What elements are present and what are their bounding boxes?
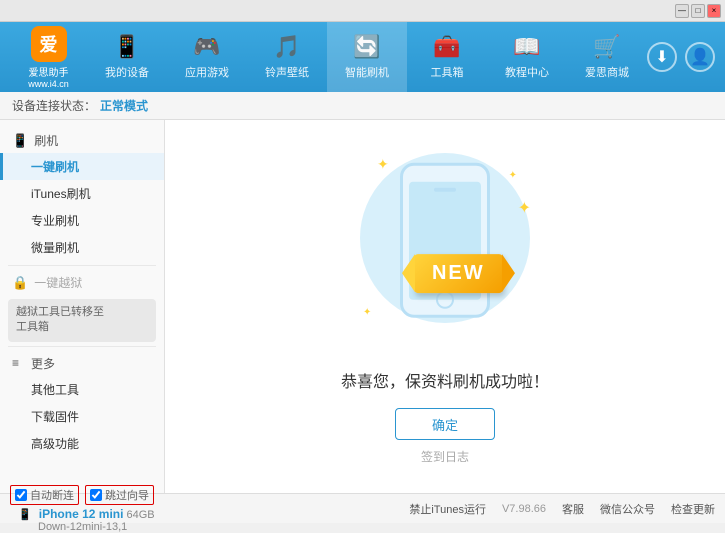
jailbreak-notice-text: 越狱工具已转移至工具箱 (16, 306, 104, 333)
customer-service-link[interactable]: 客服 (562, 501, 584, 517)
bottom-right: 禁止iTunes运行 V7.98.66 客服 微信公众号 检查更新 (409, 501, 715, 517)
lock-icon: 🔒 (12, 275, 28, 291)
close-button[interactable]: × (707, 4, 721, 18)
sidebar-item-download-firmware[interactable]: 下载固件 (0, 403, 164, 430)
check-update-link[interactable]: 检查更新 (671, 501, 715, 517)
nav-tutorials[interactable]: 📖 教程中心 (487, 22, 567, 92)
nav-items: 📱 我的设备 🎮 应用游戏 🎵 铃声壁纸 🔄 智能刷机 🧰 工具箱 📖 教程中心… (87, 22, 647, 92)
nav-right: ⬇ 👤 (647, 42, 715, 72)
user-button[interactable]: 👤 (685, 42, 715, 72)
more-label: 更多 (31, 355, 55, 372)
minimize-button[interactable]: — (675, 4, 689, 18)
status-value: 正常模式 (100, 97, 148, 114)
sparkle-4: ✦ (518, 198, 531, 218)
sidebar-item-advanced[interactable]: 高级功能 (0, 430, 164, 457)
stop-itunes-button[interactable]: 禁止iTunes运行 (409, 501, 486, 517)
store-icon: 🛒 (593, 34, 620, 60)
phone-home-button (436, 291, 454, 309)
sidebar: 📱 刷机 一键刷机 iTunes刷机 专业刷机 微量刷机 🔒 一键越狱 越狱工具… (0, 120, 165, 493)
maximize-button[interactable]: □ (691, 4, 705, 18)
logo-url: www.i4.cn (28, 79, 69, 89)
bottom-left-wrap: 自动断连 跳过向导 📱 iPhone 12 mini 64GB Down-12m… (10, 485, 155, 533)
sidebar-item-other-tools[interactable]: 其他工具 (0, 376, 164, 403)
device-info: 📱 iPhone 12 mini 64GB Down-12mini-13,1 (18, 507, 155, 533)
sidebar-more-section: ≡ 更多 (0, 351, 164, 376)
smart-flash-icon: 🔄 (353, 34, 380, 60)
window-controls: — □ × (675, 4, 721, 18)
main-content: 📱 刷机 一键刷机 iTunes刷机 专业刷机 微量刷机 🔒 一键越狱 越狱工具… (0, 120, 725, 493)
my-device-label: 我的设备 (105, 64, 149, 80)
phone-illustration (400, 163, 490, 318)
auto-disconnect-label: 自动断连 (30, 487, 74, 503)
device-name: iPhone 12 mini (39, 507, 124, 521)
ringtones-icon: 🎵 (273, 34, 300, 60)
daily-checkin-button[interactable]: 签到日志 (421, 448, 469, 465)
ringtones-label: 铃声壁纸 (265, 64, 309, 80)
store-label: 爱思商城 (585, 64, 629, 80)
center-content: NEW ✦ ✦ ✦ ✦ 恭喜您，保资料刷机成功啦！ 确定 签到日志 (165, 120, 725, 493)
apps-games-icon: 🎮 (193, 34, 220, 60)
my-device-icon: 📱 (113, 34, 140, 60)
sidebar-item-micro-flash[interactable]: 微量刷机 (0, 234, 164, 261)
tutorials-label: 教程中心 (505, 64, 549, 80)
device-icon: 📱 (18, 509, 32, 521)
title-bar: — □ × (0, 0, 725, 22)
auto-disconnect-checkbox-wrap[interactable]: 自动断连 (10, 485, 79, 505)
skip-wizard-label: 跳过向导 (105, 487, 149, 503)
flash-section-label: 刷机 (34, 132, 58, 149)
confirm-button[interactable]: 确定 (395, 408, 495, 440)
header: 爱 爱思助手 www.i4.cn 📱 我的设备 🎮 应用游戏 🎵 铃声壁纸 🔄 … (0, 22, 725, 92)
wechat-link[interactable]: 微信公众号 (600, 501, 655, 517)
phone-speaker (434, 187, 456, 191)
jailbreak-label: 一键越狱 (34, 274, 82, 291)
sidebar-jailbreak-section: 🔒 一键越狱 (0, 270, 164, 295)
apps-games-label: 应用游戏 (185, 64, 229, 80)
bottom-checkboxes: 自动断连 跳过向导 (10, 485, 155, 505)
nav-apps-games[interactable]: 🎮 应用游戏 (167, 22, 247, 92)
tutorials-icon: 📖 (513, 34, 540, 60)
skip-wizard-checkbox[interactable] (90, 489, 102, 501)
sidebar-divider-2 (8, 346, 156, 347)
nav-toolbox[interactable]: 🧰 工具箱 (407, 22, 487, 92)
status-bar: 设备连接状态： 正常模式 (0, 92, 725, 120)
device-storage-val: 64GB (127, 509, 155, 521)
logo[interactable]: 爱 爱思助手 www.i4.cn (10, 26, 87, 89)
new-badge: NEW (414, 254, 503, 293)
sparkle-2: ✦ (509, 170, 517, 181)
bottom-bar: 自动断连 跳过向导 📱 iPhone 12 mini 64GB Down-12m… (0, 493, 725, 523)
logo-name: 爱思助手 (29, 64, 69, 79)
nav-ringtones[interactable]: 🎵 铃声壁纸 (247, 22, 327, 92)
toolbox-icon: 🧰 (433, 34, 460, 60)
download-button[interactable]: ⬇ (647, 42, 677, 72)
auto-disconnect-checkbox[interactable] (15, 489, 27, 501)
status-label: 设备连接状态： (12, 97, 96, 114)
success-illustration: NEW ✦ ✦ ✦ ✦ (345, 148, 545, 348)
toolbox-label: 工具箱 (431, 64, 464, 80)
sparkle-3: ✦ (363, 307, 371, 318)
skip-wizard-checkbox-wrap[interactable]: 跳过向导 (85, 485, 154, 505)
sidebar-item-pro-flash[interactable]: 专业刷机 (0, 207, 164, 234)
sidebar-item-one-click-flash[interactable]: 一键刷机 (0, 153, 164, 180)
more-icon: ≡ (12, 356, 19, 370)
smart-flash-label: 智能刷机 (345, 64, 389, 80)
version-label: V7.98.66 (502, 503, 546, 515)
flash-section-icon: 📱 (12, 133, 28, 149)
nav-store[interactable]: 🛒 爱思商城 (567, 22, 647, 92)
sidebar-section-flash[interactable]: 📱 刷机 (0, 128, 164, 153)
jailbreak-notice: 越狱工具已转移至工具箱 (8, 299, 156, 342)
nav-smart-flash[interactable]: 🔄 智能刷机 (327, 22, 407, 92)
success-text: 恭喜您，保资料刷机成功啦！ (341, 368, 549, 392)
device-model: Down-12mini-13,1 (38, 521, 127, 533)
sidebar-divider-1 (8, 265, 156, 266)
logo-icon: 爱 (31, 26, 67, 62)
sparkle-1: ✦ (377, 156, 389, 173)
sidebar-item-itunes-flash[interactable]: iTunes刷机 (0, 180, 164, 207)
nav-my-device[interactable]: 📱 我的设备 (87, 22, 167, 92)
